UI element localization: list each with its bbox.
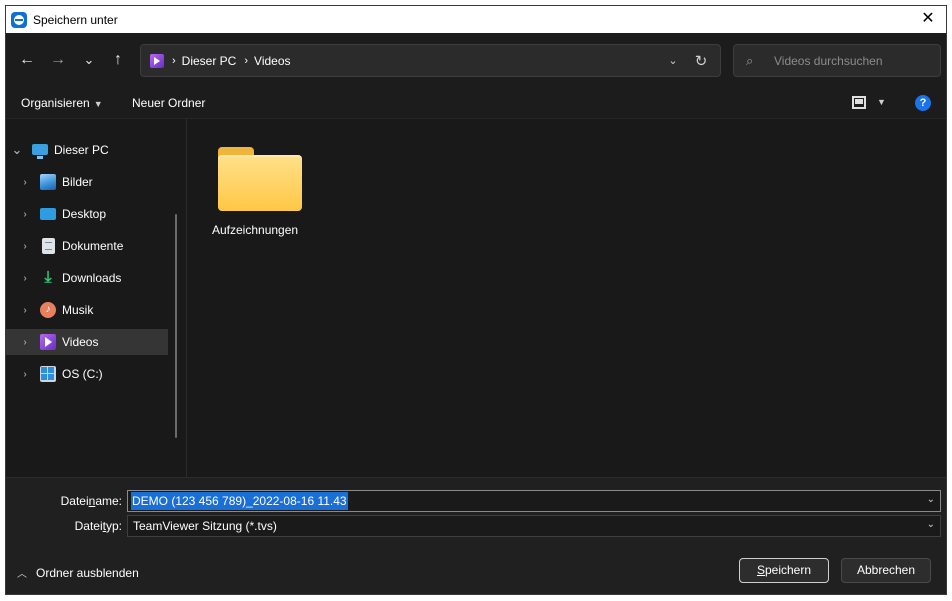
up-arrow-icon[interactable]: ↑ — [106, 48, 130, 72]
close-icon[interactable]: ✕ — [918, 9, 938, 29]
chevron-right-icon[interactable]: › — [19, 273, 31, 284]
search-input[interactable]: ⌕ Videos durchsuchen — [733, 44, 941, 77]
organize-label: Organisieren — [21, 96, 90, 110]
chevron-down-icon[interactable]: ⌄ — [927, 494, 935, 505]
save-as-dialog: Speichern unter ✕ ← → ⌄ ↑ › Dieser PC › … — [5, 5, 947, 595]
sidebar-item-dieser-pc[interactable]: ⌄ Dieser PC — [6, 137, 168, 163]
sidebar-item-musik[interactable]: › ♪ Musik — [6, 297, 168, 323]
filename-label: Dateiname: — [60, 494, 122, 508]
sidebar-item-label: Videos — [62, 335, 99, 349]
title-bar: Speichern unter ✕ — [6, 6, 946, 33]
sidebar-item-label: Dokumente — [62, 239, 124, 253]
pc-icon — [32, 144, 48, 159]
chevron-right-icon[interactable]: › — [19, 209, 31, 220]
sidebar-item-videos[interactable]: › Videos — [6, 329, 168, 355]
new-folder-button[interactable]: Neuer Ordner — [132, 96, 205, 110]
filetype-label: Dateityp: — [74, 519, 122, 533]
navigation-pane: ⌄ Dieser PC › Bilder › Desktop › Dokumen… — [6, 119, 187, 477]
videos-folder-icon — [150, 53, 164, 68]
save-button[interactable]: Speichern — [739, 558, 829, 583]
filename-input[interactable]: DEMO (123 456 789)_2022-08-16 11.43 ⌄ — [127, 490, 941, 512]
organize-menu-button[interactable]: Organisieren ▼ — [21, 96, 103, 110]
search-icon: ⌕ — [746, 52, 754, 68]
file-list-area: Aufzeichnungen — [188, 119, 946, 477]
back-arrow-icon[interactable]: ← — [15, 48, 39, 72]
breadcrumb-videos[interactable]: Videos — [254, 54, 290, 68]
sidebar-item-label: Bilder — [62, 175, 93, 189]
chevron-right-icon[interactable]: › — [19, 177, 31, 188]
help-icon[interactable]: ? — [915, 95, 931, 111]
filename-value[interactable]: DEMO (123 456 789)_2022-08-16 11.43 — [131, 492, 348, 510]
chevron-right-icon[interactable]: › — [19, 241, 31, 252]
sidebar-item-os-c[interactable]: › OS (C:) — [6, 361, 168, 387]
hide-folders-label: Ordner ausblenden — [36, 565, 139, 580]
sidebar-item-desktop[interactable]: › Desktop — [6, 201, 168, 227]
sidebar-item-bilder[interactable]: › Bilder — [6, 169, 168, 195]
breadcrumb-dieser-pc[interactable]: Dieser PC — [182, 54, 237, 68]
breadcrumb-separator-icon: › — [172, 54, 176, 67]
command-bar: Organisieren ▼ Neuer Ordner ▼ ? — [6, 89, 946, 119]
filetype-value: TeamViewer Sitzung (*.tvs) — [133, 519, 277, 533]
dialog-title: Speichern unter — [33, 12, 118, 27]
chevron-up-icon: ︿ — [17, 569, 27, 580]
filetype-select[interactable]: TeamViewer Sitzung (*.tvs) ⌄ — [127, 515, 941, 537]
view-options-caret-icon[interactable]: ▼ — [877, 97, 886, 107]
sidebar-scrollbar[interactable] — [175, 214, 177, 438]
download-icon: ⤓ — [44, 269, 52, 286]
chevron-right-icon[interactable]: › — [19, 305, 31, 316]
sidebar-item-label: Dieser PC — [54, 143, 109, 157]
recent-locations-chevron-icon[interactable]: ⌄ — [77, 48, 101, 72]
chevron-down-icon[interactable]: ⌄ — [11, 142, 23, 158]
drive-icon — [40, 366, 56, 382]
navigation-bar: ← → ⌄ ↑ › Dieser PC › Videos ⌄ ↻ ⌕ Video… — [6, 33, 946, 89]
view-options-icon[interactable] — [852, 96, 866, 109]
pictures-icon — [40, 174, 56, 190]
hide-folders-toggle[interactable]: ︿ Ordner ausblenden — [17, 565, 139, 581]
sidebar-item-label: Musik — [62, 303, 94, 317]
sidebar-item-label: Desktop — [62, 207, 107, 221]
folder-icon — [218, 147, 302, 211]
chevron-right-icon[interactable]: › — [19, 369, 31, 380]
chevron-down-icon[interactable]: ⌄ — [927, 519, 935, 530]
sidebar-item-downloads[interactable]: › ⤓ Downloads — [6, 265, 168, 291]
desktop-icon — [40, 208, 56, 220]
search-placeholder: Videos durchsuchen — [774, 53, 883, 68]
save-options-panel: Dateiname: DEMO (123 456 789)_2022-08-16… — [6, 477, 946, 594]
documents-icon — [42, 238, 55, 254]
sidebar-item-dokumente[interactable]: › Dokumente — [6, 233, 168, 259]
chevron-right-icon[interactable]: › — [19, 337, 31, 348]
video-icon — [40, 334, 56, 350]
sidebar-item-label: OS (C:) — [62, 367, 103, 381]
music-icon: ♪ — [40, 302, 56, 318]
refresh-icon[interactable]: ↻ — [686, 52, 716, 70]
folder-name: Aufzeichnungen — [212, 223, 299, 237]
folder-item[interactable]: Aufzeichnungen — [212, 139, 302, 237]
caret-down-icon: ▼ — [93, 99, 103, 109]
sidebar-item-label: Downloads — [62, 271, 122, 285]
teamviewer-logo-icon — [11, 11, 27, 28]
forward-arrow-icon[interactable]: → — [46, 48, 70, 72]
breadcrumb-separator-icon: › — [244, 54, 249, 67]
address-bar[interactable]: › Dieser PC › Videos ⌄ ↻ — [140, 44, 721, 77]
cancel-button[interactable]: Abbrechen — [841, 558, 931, 583]
address-history-chevron-icon[interactable]: ⌄ — [660, 54, 686, 67]
